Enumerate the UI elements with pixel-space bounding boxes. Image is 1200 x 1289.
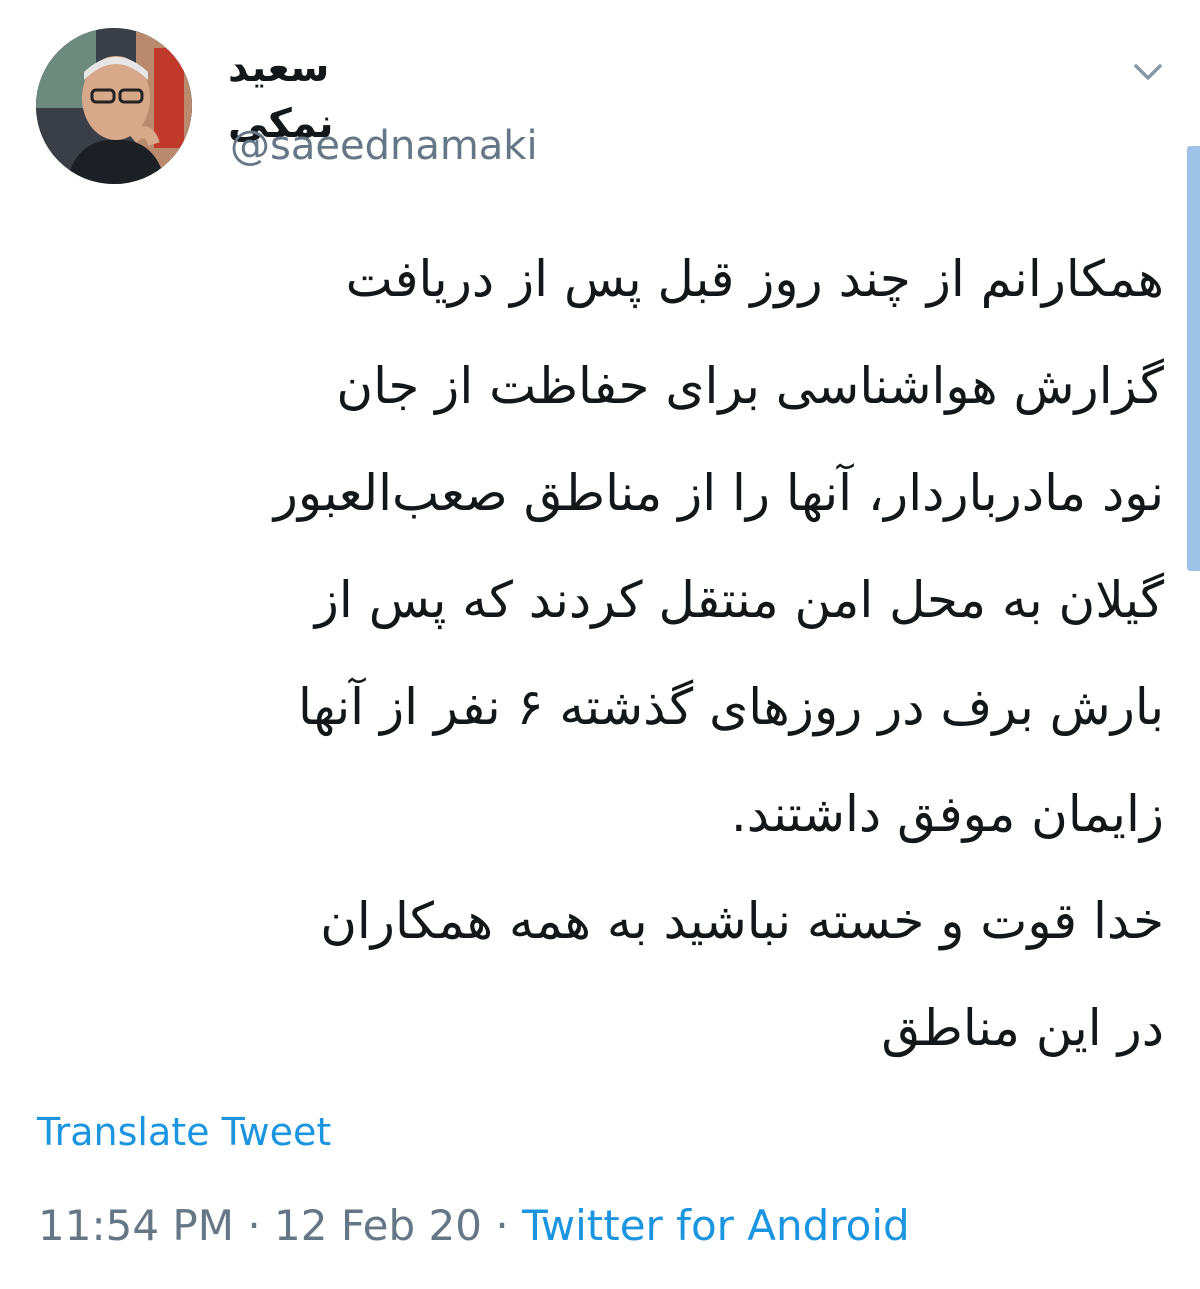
tweet-text-line: نود مادرباردار، آنها را از مناطق صعب‌الع…: [273, 464, 1164, 522]
tweet-text-line: همکارانم از چند روز قبل پس از دریافت: [345, 250, 1164, 308]
translate-tweet-link[interactable]: Translate Tweet: [37, 1106, 331, 1158]
avatar[interactable]: [36, 28, 192, 184]
tweet-text-line: خدا قوت و خسته نباشید به همه همکاران: [320, 892, 1164, 950]
tweet-text: همکارانم از چند روز قبل پس از دریافت گزا…: [40, 226, 1164, 1082]
tweet-text-line: گزارش هواشناسی برای حفاظت از جان: [336, 357, 1164, 415]
avatar-photo-icon: [36, 28, 192, 184]
author-handle[interactable]: @saeednamaki: [230, 120, 538, 172]
tweet-text-line: در این مناطق: [881, 999, 1164, 1057]
tweet-source-link[interactable]: Twitter for Android: [522, 1201, 910, 1250]
scrollbar[interactable]: [1187, 146, 1200, 571]
chevron-down-icon[interactable]: [1128, 56, 1168, 88]
tweet-text-line: زایمان موفق داشتند.: [730, 785, 1164, 843]
meta-separator: ·: [495, 1201, 509, 1250]
tweet-detail: سعید نمکی @saeednamaki همکارانم از چند ر…: [0, 0, 1200, 1289]
tweet-text-line: بارش برف در روزهای گذشته ۶ نفر از آنها: [297, 678, 1164, 736]
tweet-metadata: 11:54 PM · 12 Feb 20 · Twitter for Andro…: [38, 1198, 910, 1254]
tweet-date[interactable]: 12 Feb 20: [274, 1201, 482, 1250]
tweet-text-line: گیلان به محل امن منتقل کردند که پس از: [314, 571, 1164, 629]
meta-separator: ·: [247, 1201, 261, 1250]
tweet-time: 11:54 PM: [38, 1201, 234, 1250]
